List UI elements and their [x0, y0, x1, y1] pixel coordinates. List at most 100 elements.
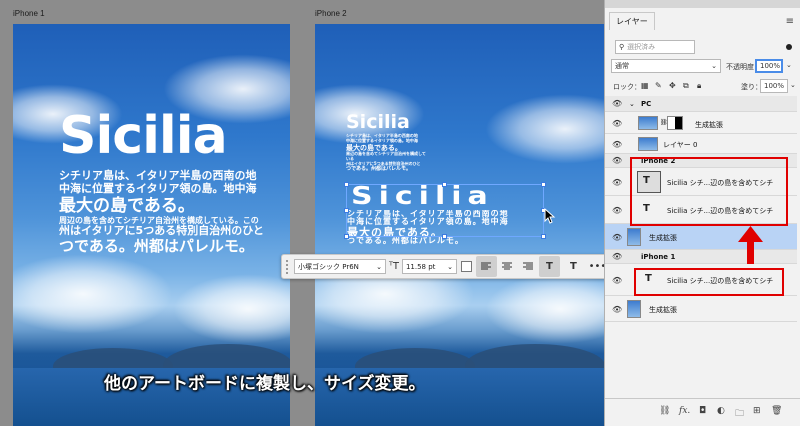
body-line: つである。州都はパレルモ。	[59, 237, 254, 256]
layer-group-pc[interactable]: 👁︎ ⌄ PC	[605, 96, 797, 112]
lock-image-icon[interactable]: ✎	[655, 81, 662, 90]
artboard-label-iphone2[interactable]: iPhone 2	[315, 9, 347, 18]
visibility-eye-icon[interactable]: 👁︎	[612, 178, 622, 187]
highlight-box	[630, 157, 788, 226]
up-arrow-shaft	[747, 240, 754, 264]
fill-field[interactable]: 100%	[760, 79, 788, 93]
visibility-eye-icon[interactable]: 👁︎	[612, 140, 622, 149]
contextual-task-bar[interactable]: 小塚ゴシック Pr6N ⌄ ᵀT 11.58 pt ⌄ T T •••	[281, 254, 633, 279]
visibility-eye-icon[interactable]: 👁︎	[612, 156, 622, 165]
align-left-icon	[481, 262, 492, 270]
artboard-iphone1[interactable]: Sicilia シチリア島は、イタリア半島の西南の地 中海に位置するイタリア領の…	[13, 24, 290, 426]
layer-group-iphone1[interactable]: 👁︎ iPhone 1	[605, 250, 797, 264]
mountain	[465, 344, 604, 370]
caption-text: 他のアートボードに複製し、サイズ変更。	[104, 374, 426, 394]
layer-name: 生成拡張	[649, 306, 677, 314]
chevron-down-icon[interactable]: ⌄	[786, 61, 792, 69]
transform-handle[interactable]	[541, 182, 546, 187]
new-group-icon[interactable]: 🗀︎	[735, 406, 744, 422]
link-layers-icon[interactable]: ⛓︎	[659, 406, 670, 416]
tab-layers[interactable]: レイヤー	[609, 12, 655, 30]
lock-position-icon[interactable]: ✥	[669, 81, 676, 90]
text-warp-button[interactable]: T	[538, 256, 560, 277]
layer-filter-select[interactable]: ⚲ 選択済み	[615, 40, 695, 54]
font-family-select[interactable]: 小塚ゴシック Pr6N ⌄	[294, 259, 386, 274]
layer-thumbnail	[627, 228, 641, 246]
visibility-eye-icon[interactable]: 👁︎	[612, 233, 622, 242]
layer-name: iPhone 1	[641, 253, 676, 261]
filter-toggle-icon[interactable]	[786, 44, 792, 50]
chevron-down-icon: ⌄	[447, 262, 453, 271]
cloud	[485, 94, 604, 164]
layer-row[interactable]: 👁︎ ⛓︎ 生成拡張	[605, 112, 797, 134]
blend-mode-value: 通常	[615, 62, 629, 70]
search-icon: ⚲	[619, 43, 625, 51]
panel-menu-icon[interactable]: ≡	[786, 16, 794, 27]
font-size-select[interactable]: 11.58 pt ⌄	[401, 259, 457, 274]
blend-mode-select[interactable]: 通常 ⌄	[611, 59, 721, 73]
layer-name: 生成拡張	[649, 234, 677, 242]
align-right-button[interactable]	[518, 256, 539, 277]
character-panel-button[interactable]: T	[563, 256, 584, 277]
panel-grip[interactable]	[605, 0, 800, 8]
transform-handle[interactable]	[344, 182, 349, 187]
layer-row[interactable]: 👁︎ レイヤー 0	[605, 134, 797, 154]
body-line: 中海に位置するイタリア領の島。地中海	[346, 137, 418, 143]
visibility-eye-icon[interactable]: 👁︎	[612, 206, 622, 215]
font-size-icon: ᵀT	[389, 261, 399, 272]
opacity-field[interactable]: 100%	[755, 59, 783, 73]
layers-panel[interactable]: レイヤー ≡ ⚲ 選択済み 通常 ⌄ 不透明度： 100% ⌄ ロック： ▦ ✎…	[604, 0, 800, 426]
align-right-icon	[523, 262, 534, 270]
panel-footer: ⛓︎ fx. ◘ ◐ 🗀︎ ⊞ 🗑︎	[605, 398, 800, 426]
text-warp-icon: T	[546, 261, 553, 272]
layer-name: PC	[641, 100, 652, 108]
fill-label: 塗り：	[741, 83, 762, 91]
filter-value: 選択済み	[627, 43, 656, 51]
body-line: 中海に位置するイタリア領の島。地中海	[59, 181, 257, 195]
transform-handle[interactable]	[344, 234, 349, 239]
chevron-down-icon[interactable]: ⌄	[790, 81, 796, 89]
visibility-eye-icon[interactable]: 👁︎	[612, 305, 622, 314]
visibility-eye-icon[interactable]: 👁︎	[612, 276, 622, 285]
mountain	[355, 348, 475, 370]
body-text: シチリア島は、イタリア半島の西南の地 中海に位置するイタリア領の島。地中海 最大…	[59, 169, 290, 256]
lock-artboard-icon[interactable]: ⧉	[683, 81, 689, 91]
trash-icon[interactable]: 🗑︎	[771, 406, 782, 416]
mountain	[53, 348, 173, 370]
visibility-eye-icon[interactable]: 👁︎	[612, 99, 622, 108]
highlight-box	[634, 268, 784, 296]
fx-icon[interactable]: fx.	[679, 406, 690, 416]
align-center-button[interactable]	[497, 256, 518, 277]
layer-row-selected[interactable]: 👁︎ 生成拡張	[605, 224, 797, 250]
transform-handle[interactable]	[541, 234, 546, 239]
layer-mask-thumbnail	[667, 116, 683, 130]
layer-name: レイヤー 0	[663, 141, 698, 149]
adjustment-layer-icon[interactable]: ◐	[717, 406, 725, 416]
transform-handle[interactable]	[442, 234, 447, 239]
visibility-eye-icon[interactable]: 👁︎	[612, 119, 622, 128]
body-line: 最大の島である。	[59, 195, 195, 216]
add-mask-icon[interactable]: ◘	[699, 406, 706, 416]
character-panel-icon: T	[570, 261, 577, 272]
up-arrow-icon	[738, 226, 763, 242]
layer-thumbnail	[638, 116, 658, 130]
selection-bounding-box[interactable]	[346, 184, 544, 237]
cloud	[13, 254, 173, 334]
artboard-iphone2[interactable]: Sicilia シチリア島は、イタリア半島の西南の地 中海に位置するイタリア領の…	[315, 24, 604, 426]
chevron-down-icon: ⌄	[376, 262, 382, 271]
drag-handle-icon[interactable]	[286, 259, 292, 274]
lock-transparent-icon[interactable]: ▦	[641, 81, 649, 90]
body-text-small: シチリア島は、イタリア半島の西南の地 中海に位置するイタリア領の島。地中海 最大…	[346, 133, 426, 172]
transform-handle[interactable]	[344, 208, 349, 213]
layer-row[interactable]: 👁︎ 生成拡張	[605, 296, 797, 322]
chevron-down-icon: ⌄	[711, 62, 717, 70]
layer-name: 生成拡張	[695, 121, 723, 129]
text-color-swatch[interactable]	[460, 261, 472, 272]
transform-handle[interactable]	[442, 182, 447, 187]
visibility-eye-icon[interactable]: 👁︎	[612, 252, 622, 261]
align-left-button[interactable]	[475, 256, 497, 277]
new-layer-icon[interactable]: ⊞	[753, 406, 761, 416]
lock-all-icon[interactable]: 🔒︎	[697, 81, 701, 91]
artboard-label-iphone1[interactable]: iPhone 1	[13, 9, 45, 18]
expand-chevron-icon[interactable]: ⌄	[629, 100, 635, 108]
